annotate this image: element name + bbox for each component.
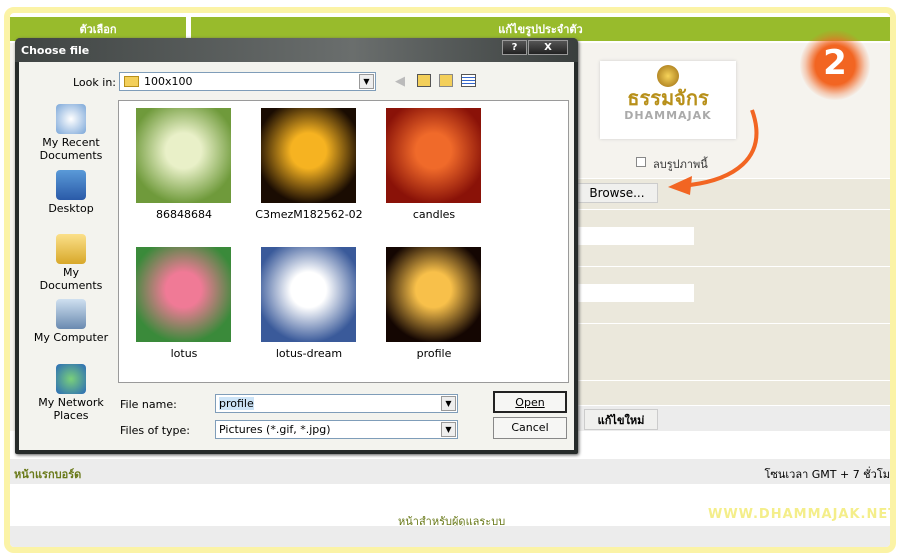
look-in-label: Look in: — [73, 76, 116, 89]
my-documents-icon — [56, 234, 86, 264]
close-button[interactable]: X — [528, 40, 568, 55]
file-type-label: Files of type: — [120, 424, 191, 437]
place-recent-documents[interactable]: My Recent Documents — [31, 104, 111, 162]
open-button[interactable]: Open — [493, 391, 567, 413]
network-places-icon — [56, 364, 86, 394]
recent-documents-icon — [56, 104, 86, 134]
file-name[interactable]: lotus — [119, 347, 249, 360]
place-desktop[interactable]: Desktop — [31, 170, 111, 215]
file-name-value: profile — [219, 397, 254, 410]
folder-icon — [124, 76, 139, 87]
back-icon[interactable]: ◀ — [395, 74, 405, 89]
choose-file-dialog: Choose file ? X Look in: 100x100 ▼ ◀ My … — [15, 38, 578, 454]
dialog-title: Choose file — [15, 38, 578, 62]
chevron-down-icon[interactable]: ▼ — [359, 74, 374, 89]
file-name[interactable]: C3mezM182562-02 — [244, 208, 374, 221]
place-label: My Network Places — [38, 396, 104, 422]
file-name[interactable]: 86848684 — [119, 208, 249, 221]
file-list: 86848684 C3mezM182562-02 candles lotus lotus… — [118, 100, 569, 383]
arrow-to-browse — [689, 109, 759, 187]
file-type-value: Pictures (*.gif, *.jpg) — [219, 423, 331, 436]
file-thumbnail[interactable] — [261, 247, 356, 342]
file-thumbnail[interactable] — [386, 108, 481, 203]
look-in-select[interactable]: 100x100 ▼ — [119, 72, 376, 91]
place-label: Desktop — [48, 202, 94, 215]
file-type-select[interactable]: Pictures (*.gif, *.jpg) ▼ — [215, 420, 458, 439]
new-folder-icon[interactable] — [439, 74, 453, 87]
place-my-documents[interactable]: My Documents — [31, 234, 111, 292]
up-folder-icon[interactable] — [417, 74, 431, 87]
arrow-head-browse — [668, 176, 692, 195]
place-network-places[interactable]: My Network Places — [31, 364, 111, 422]
chevron-down-icon[interactable]: ▼ — [441, 422, 456, 437]
place-label: My Computer — [33, 331, 109, 344]
look-in-value: 100x100 — [144, 75, 193, 88]
file-name[interactable]: candles — [369, 208, 499, 221]
desktop-icon — [56, 170, 86, 200]
file-name-label: File name: — [120, 398, 177, 411]
cancel-button[interactable]: Cancel — [493, 417, 567, 439]
chevron-down-icon[interactable]: ▼ — [441, 396, 456, 411]
place-label: My Recent Documents — [39, 136, 103, 162]
file-name[interactable]: profile — [369, 347, 499, 360]
place-label: My Documents — [39, 266, 103, 292]
file-thumbnail[interactable] — [136, 108, 231, 203]
file-name-input[interactable]: profile ▼ — [215, 394, 458, 413]
file-thumbnail[interactable] — [386, 247, 481, 342]
file-thumbnail[interactable] — [136, 247, 231, 342]
place-my-computer[interactable]: My Computer — [31, 299, 111, 344]
help-button[interactable]: ? — [502, 40, 527, 55]
file-name[interactable]: lotus-dream — [244, 347, 374, 360]
my-computer-icon — [56, 299, 86, 329]
view-menu-icon[interactable] — [461, 74, 476, 87]
file-thumbnail[interactable] — [261, 108, 356, 203]
